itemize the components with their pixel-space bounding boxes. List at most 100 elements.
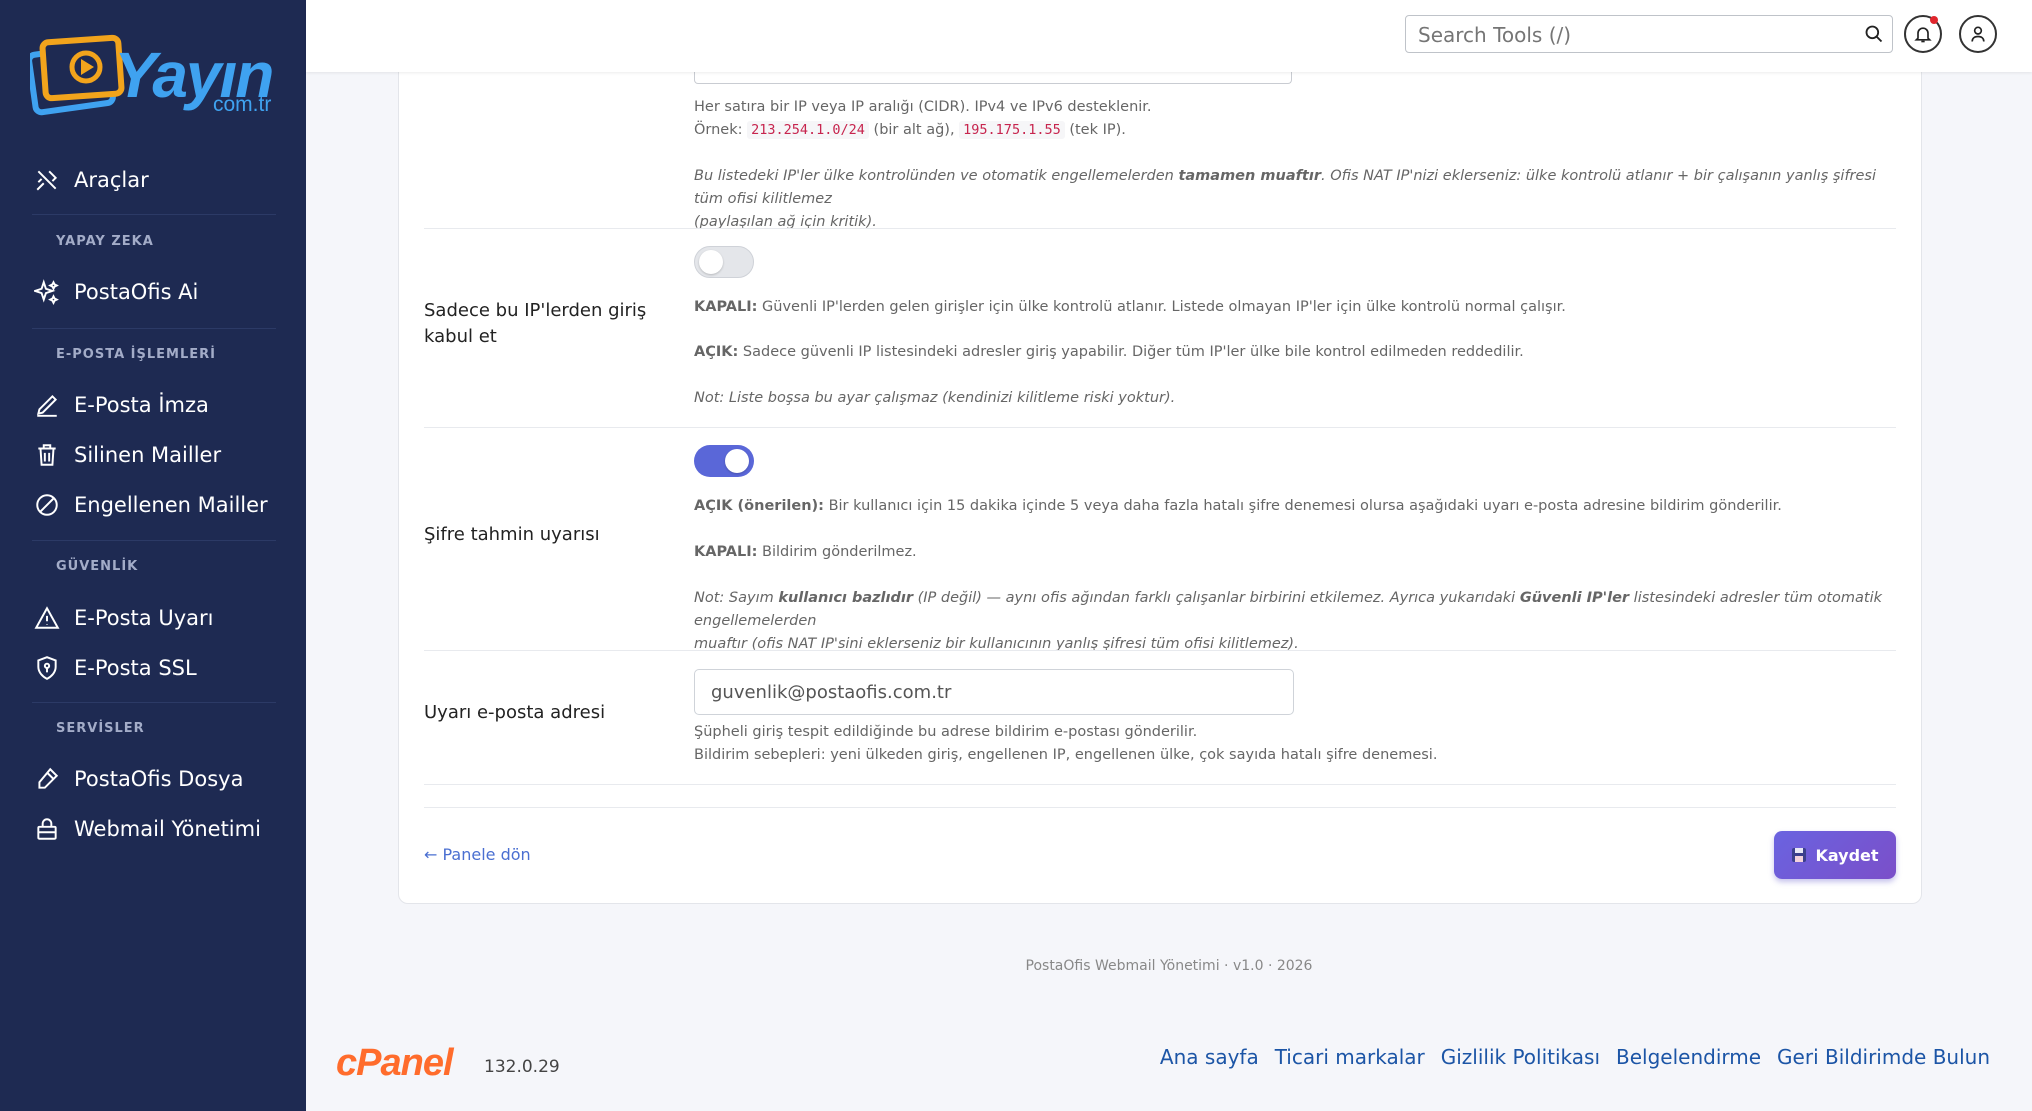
note-text: Not: Liste boşsa bu ayar çalışmaz (kendi… (694, 390, 1176, 406)
warning-icon (32, 603, 62, 633)
sidebar-heading-email: E-POSTA İŞLEMLERİ (56, 347, 216, 362)
note-bold: tamamen muaftır (1178, 168, 1321, 184)
footer-link-trademarks[interactable]: Ticari markalar (1275, 1045, 1425, 1069)
cpanel-version: 132.0.29 (484, 1057, 560, 1077)
search-box[interactable] (1405, 15, 1893, 54)
block-icon (32, 490, 62, 520)
back-to-panel-link[interactable]: ← Panele dön (424, 845, 531, 864)
divider (32, 540, 276, 541)
only-trusted-off-help: KAPALI: Güvenli IP'lerden gelen girişler… (694, 296, 1566, 319)
password-guess-off-help: KAPALI: Bildirim gönderilmez. (694, 541, 917, 564)
brand-domain: com.tr (213, 93, 272, 116)
note-bold: kullanıcı bazlıdır (778, 590, 913, 606)
password-guess-toggle[interactable] (694, 445, 754, 477)
toggle-knob (699, 250, 723, 274)
sparkle-icon (32, 277, 62, 307)
example-cidr-note: (bir alt ağ), (873, 122, 955, 138)
row-divider (424, 228, 1896, 229)
example-ip: 195.175.1.55 (959, 121, 1065, 139)
cpanel-logo[interactable]: cPanel (336, 1042, 454, 1085)
sidebar-item-araclar[interactable]: Araçlar (32, 160, 149, 200)
example-ip-note: (tek IP). (1069, 122, 1126, 138)
pen-icon (32, 390, 62, 420)
top-bar (306, 0, 2032, 72)
sidebar-item-silinen-mailler[interactable]: Silinen Mailler (32, 435, 221, 475)
footer-link-feedback[interactable]: Geri Bildirimde Bulun (1777, 1045, 1990, 1069)
alert-email-help: Şüpheli giriş tespit edildiğinde bu adre… (694, 721, 1437, 767)
help-text: Her satıra bir IP veya IP aralığı (CIDR)… (694, 99, 1152, 115)
footer-links: Ana sayfa Ticari markalar Gizlilik Polit… (1160, 1045, 1990, 1069)
footer-link-privacy[interactable]: Gizlilik Politikası (1441, 1045, 1600, 1069)
divider (32, 702, 276, 703)
sidebar-item-label: Engellenen Mailler (74, 493, 268, 517)
only-trusted-on-help: AÇIK: Sadece güvenli IP listesindeki adr… (694, 341, 1524, 364)
password-guess-note: Not: Sayım kullanıcı bazlıdır (IP değil)… (694, 587, 1884, 656)
example-prefix: Örnek: (694, 122, 743, 138)
note-text: (IP değil) — aynı ofis ağından farklı ça… (913, 590, 1520, 606)
row-divider (424, 427, 1896, 428)
sidebar: Yayın com.tr Araçlar YAPAY ZEKA PostaOfi… (0, 0, 306, 1111)
trash-icon (32, 440, 62, 470)
sidebar-item-label: E-Posta İmza (74, 393, 209, 417)
sidebar-item-label: PostaOfis Dosya (74, 767, 244, 791)
sidebar-item-postaofis-ai[interactable]: PostaOfis Ai (32, 272, 198, 312)
footer-link-docs[interactable]: Belgelendirme (1616, 1045, 1761, 1069)
help-bold: AÇIK (önerilen): (694, 498, 824, 514)
app-version-text: PostaOfis Webmail Yönetimi · v1.0 · 2026 (1025, 958, 1313, 974)
lock-icon (32, 814, 62, 844)
save-label: Kaydet (1815, 845, 1879, 865)
divider (32, 214, 276, 215)
user-icon (1971, 26, 1985, 42)
sidebar-heading-security: GÜVENLİK (56, 559, 139, 574)
tools-icon (32, 165, 62, 195)
notifications-button[interactable] (1904, 15, 1942, 53)
divider (32, 328, 276, 329)
alert-email-label: Uyarı e-posta adresi (424, 702, 606, 723)
trusted-ips-help: Her satıra bir IP veya IP aralığı (CIDR)… (694, 96, 1152, 142)
search-icon[interactable] (1864, 24, 1884, 44)
sidebar-item-label: E-Posta SSL (74, 656, 197, 680)
example-cidr: 213.254.1.0/24 (747, 121, 869, 139)
sidebar-item-label: Silinen Mailler (74, 443, 222, 467)
sidebar-item-eposta-ssl[interactable]: E-Posta SSL (32, 648, 197, 688)
trusted-ips-note: Bu listedeki IP'ler ülke kontrolünden ve… (694, 165, 1884, 234)
help-text: Sadece güvenli IP listesindeki adresler … (738, 344, 1524, 360)
save-button[interactable]: Kaydet (1774, 831, 1896, 879)
floppy-icon (1792, 848, 1807, 862)
search-input[interactable] (1416, 16, 1860, 54)
sidebar-item-eposta-uyari[interactable]: E-Posta Uyarı (32, 598, 213, 638)
help-bold: KAPALI: (694, 299, 758, 315)
password-guess-on-help: AÇIK (önerilen): Bir kullanıcı için 15 d… (694, 495, 1782, 518)
sidebar-item-label: Webmail Yönetimi (74, 817, 261, 841)
bell-icon (1914, 27, 1932, 43)
only-trusted-note: Not: Liste boşsa bu ayar çalışmaz (kendi… (694, 387, 1175, 410)
only-trusted-label: Sadece bu IP'lerden giriş kabul et (424, 300, 647, 347)
row-divider (424, 807, 1896, 808)
note-bold: Güvenli IP'ler (1519, 590, 1630, 606)
sidebar-item-webmail-yonetimi[interactable]: Webmail Yönetimi (32, 809, 261, 849)
shield-icon (32, 653, 62, 683)
note-text: Not: Sayım (694, 590, 779, 606)
sidebar-heading-services: SERVİSLER (56, 721, 145, 736)
footer-link-home[interactable]: Ana sayfa (1160, 1045, 1259, 1069)
password-guess-label: Şifre tahmin uyarısı (424, 524, 600, 545)
help-text: Bir kullanıcı için 15 dakika içinde 5 ve… (823, 498, 1782, 514)
user-button[interactable] (1959, 15, 1997, 53)
alert-email-field[interactable] (694, 669, 1294, 715)
sidebar-item-postaofis-dosya[interactable]: PostaOfis Dosya (32, 759, 243, 799)
note-text: Bu listedeki IP'ler ülke kontrolünden ve… (694, 168, 1174, 184)
sidebar-item-label: PostaOfis Ai (74, 280, 199, 304)
help-text: Bildirim sebepleri: yeni ülkeden giriş, … (694, 747, 1438, 763)
only-trusted-toggle[interactable] (694, 246, 754, 278)
help-bold: KAPALI: (694, 544, 758, 560)
sidebar-heading-ai: YAPAY ZEKA (56, 234, 154, 249)
help-bold: AÇIK: (694, 344, 739, 360)
sidebar-item-eposta-imza[interactable]: E-Posta İmza (32, 385, 209, 425)
sidebar-item-label: E-Posta Uyarı (74, 606, 214, 630)
sidebar-item-engellenen-mailler[interactable]: Engellenen Mailler (32, 485, 268, 525)
row-divider (424, 650, 1896, 651)
help-text: Güvenli IP'lerden gelen girişler için ül… (757, 299, 1566, 315)
notification-dot (1930, 16, 1938, 24)
sidebar-item-label: Araçlar (74, 168, 149, 192)
help-text: Şüpheli giriş tespit edildiğinde bu adre… (694, 724, 1198, 740)
